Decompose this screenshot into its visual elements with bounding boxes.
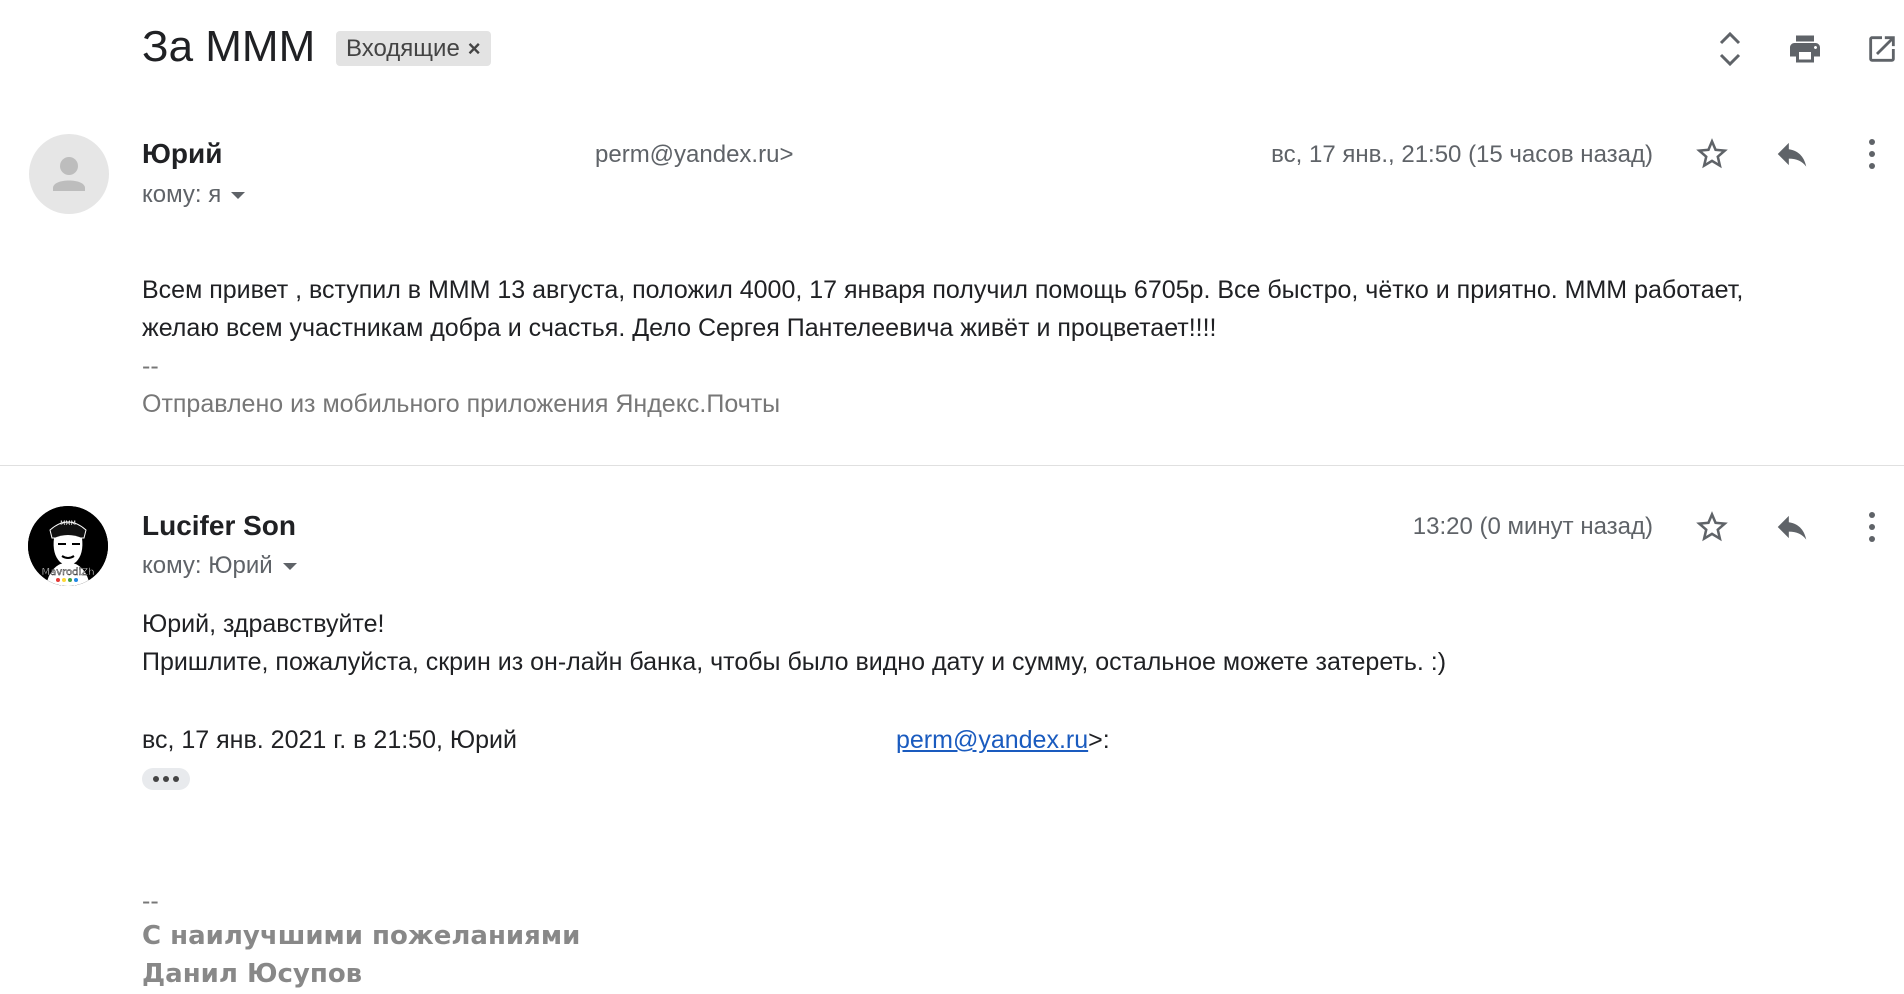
signature-separator: --	[142, 352, 159, 380]
label-text: Входящие	[346, 35, 460, 62]
chevron-down-icon	[231, 191, 246, 199]
message-body: Юрий, здравствуйте! Пришлите, пожалуйста…	[142, 605, 1862, 681]
expand-collapse-icon[interactable]	[1710, 29, 1750, 69]
star-icon	[1696, 511, 1728, 542]
body-line: Всем привет , вступил в МММ 13 августа, …	[142, 276, 1744, 304]
signature: Отправлено из мобильного приложения Янде…	[142, 390, 781, 418]
print-icon[interactable]	[1785, 29, 1825, 69]
sender-name[interactable]: Юрий	[142, 138, 222, 170]
star-icon	[1696, 138, 1728, 169]
recipients-label: кому: я	[142, 181, 222, 208]
signature-line: Данил Юсупов	[142, 959, 363, 989]
remove-label-icon[interactable]: ×	[468, 31, 481, 66]
email-subject: За МММ	[142, 22, 316, 71]
message-body: Всем привет , вступил в МММ 13 августа, …	[142, 271, 1862, 423]
open-in-new-window-icon[interactable]	[1862, 29, 1902, 69]
dot	[163, 776, 169, 782]
message-date: вс, 17 янв., 21:50 (15 часов назад)	[1271, 141, 1653, 168]
inbox-label-chip[interactable]: Входящие ×	[336, 31, 491, 66]
more-vertical-icon	[1869, 512, 1875, 542]
body-line: Пришлите, пожалуйста, скрин из он-лайн б…	[142, 648, 1447, 676]
svg-text:MavrodiZh: MavrodiZh	[42, 567, 95, 578]
avatar[interactable]	[29, 134, 109, 214]
dot	[153, 776, 159, 782]
dot	[173, 776, 179, 782]
signature-line: С наилучшими пожеланиями	[142, 921, 581, 951]
chevron-down-icon	[282, 562, 297, 570]
signature-separator: --	[142, 887, 159, 915]
message-date: 13:20 (0 минут назад)	[1412, 513, 1653, 540]
reply-icon	[1777, 142, 1807, 167]
more-options-button[interactable]	[1850, 505, 1894, 549]
reply-button[interactable]	[1770, 505, 1814, 549]
body-line: желаю всем участникам добра и счастья. Д…	[142, 314, 1217, 342]
quote-header-prefix: вс, 17 янв. 2021 г. в 21:50, Юрий	[142, 726, 517, 754]
star-button[interactable]	[1690, 132, 1734, 176]
sender-name[interactable]: Lucifer Son	[142, 510, 296, 542]
recipients-dropdown[interactable]: кому: Юрий	[142, 552, 297, 580]
show-trimmed-content-button[interactable]	[142, 768, 190, 790]
recipients-label: кому: Юрий	[142, 552, 273, 579]
body-line: Юрий, здравствуйте!	[142, 610, 385, 638]
default-avatar-icon	[53, 157, 85, 191]
more-options-button[interactable]	[1850, 132, 1894, 176]
reply-icon	[1777, 515, 1807, 540]
quote-email-link[interactable]: perm@yandex.ru	[896, 726, 1088, 754]
star-button[interactable]	[1690, 505, 1734, 549]
avatar-image: МММ MavrodiZh	[28, 506, 108, 586]
quote-suffix: >:	[1088, 726, 1110, 754]
message-divider	[0, 465, 1904, 466]
more-vertical-icon	[1869, 139, 1875, 169]
svg-text:МММ: МММ	[60, 520, 76, 527]
reply-button[interactable]	[1770, 132, 1814, 176]
avatar[interactable]: МММ MavrodiZh	[28, 506, 108, 586]
sender-email: perm@yandex.ru>	[595, 141, 794, 168]
recipients-dropdown[interactable]: кому: я	[142, 181, 246, 209]
quote-header: perm@yandex.ru>:	[896, 721, 1110, 759]
